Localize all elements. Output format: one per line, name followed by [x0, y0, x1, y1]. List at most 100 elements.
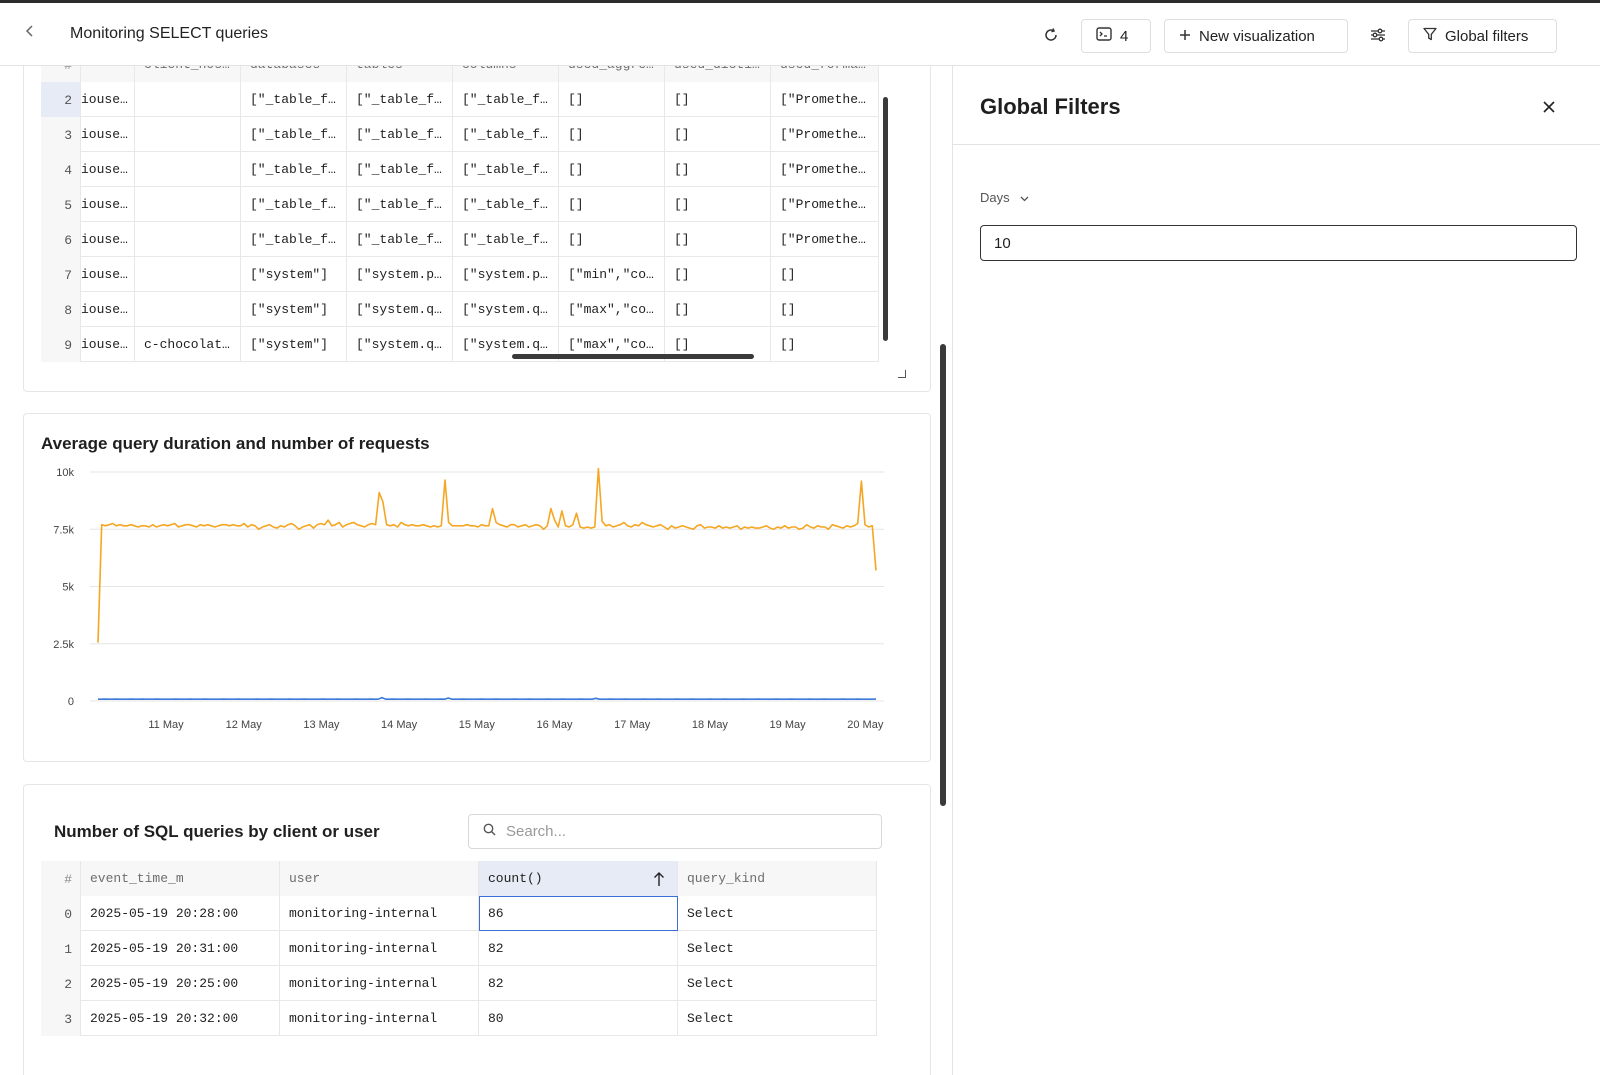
- table-cell[interactable]: [135, 152, 241, 187]
- table-cell[interactable]: 2025-05-19 20:32:00: [81, 1001, 280, 1036]
- table-cell[interactable]: Select: [678, 966, 877, 1001]
- table-cell[interactable]: []: [559, 152, 665, 187]
- table-row[interactable]: 4 iouse… ["_table_f… ["_table_f… ["_table_f……: [41, 152, 879, 187]
- table-cell[interactable]: Select: [678, 1001, 877, 1036]
- table-cell[interactable]: ["_table_f…: [347, 82, 453, 117]
- table-cell[interactable]: [135, 257, 241, 292]
- table-cell[interactable]: ["_table_f…: [241, 117, 347, 152]
- column-header[interactable]: client_hos…: [135, 66, 241, 82]
- table-cell[interactable]: 86: [479, 896, 678, 931]
- table-cell[interactable]: [135, 82, 241, 117]
- terminal-count-button[interactable]: 4: [1081, 19, 1151, 53]
- table-row[interactable]: 6 iouse… ["_table_f… ["_table_f… ["_table_f……: [41, 222, 879, 257]
- column-header[interactable]: [81, 66, 135, 82]
- table-cell[interactable]: [135, 187, 241, 222]
- table-cell[interactable]: iouse…: [81, 222, 135, 257]
- column-header[interactable]: columns: [453, 66, 559, 82]
- table-cell[interactable]: ["_table_f…: [241, 187, 347, 222]
- global-filters-button[interactable]: Global filters: [1408, 19, 1557, 53]
- table-cell[interactable]: ["system.p…: [453, 257, 559, 292]
- table-cell[interactable]: Select: [678, 896, 877, 931]
- table-cell[interactable]: ["_table_f…: [347, 187, 453, 222]
- table-cell[interactable]: monitoring-internal: [280, 896, 479, 931]
- series-line-1[interactable]: [98, 696, 877, 700]
- table-cell[interactable]: []: [771, 292, 879, 327]
- table-cell[interactable]: ["Promethe…: [771, 187, 879, 222]
- sort-ascending-icon[interactable]: [653, 861, 665, 896]
- table-cell[interactable]: iouse…: [81, 327, 135, 362]
- table-cell[interactable]: ["min","co…: [559, 257, 665, 292]
- table-cell[interactable]: ["system.q…: [347, 327, 453, 362]
- table-cell[interactable]: iouse…: [81, 117, 135, 152]
- back-icon[interactable]: [20, 23, 40, 43]
- table-cell[interactable]: [135, 222, 241, 257]
- settings-sliders-icon[interactable]: [1365, 22, 1391, 48]
- table-cell[interactable]: []: [771, 327, 879, 362]
- days-filter-input[interactable]: [980, 225, 1577, 261]
- table-cell[interactable]: 2025-05-19 20:31:00: [81, 931, 280, 966]
- table-row[interactable]: 2 iouse… ["_table_f… ["_table_f… ["_table_f……: [41, 82, 879, 117]
- table-cell[interactable]: ["_table_f…: [347, 222, 453, 257]
- table-cell[interactable]: []: [665, 187, 771, 222]
- table-row[interactable]: 3 iouse… ["_table_f… ["_table_f… ["_table_f……: [41, 117, 879, 152]
- table-cell[interactable]: ["system"]: [241, 257, 347, 292]
- table-row[interactable]: 7 iouse… ["system"] ["system.p… ["system.p…[…: [41, 257, 879, 292]
- table-row[interactable]: 3 2025-05-19 20:32:00 monitoring-internal 8…: [41, 1001, 877, 1036]
- table-cell[interactable]: iouse…: [81, 187, 135, 222]
- table-row[interactable]: 8 iouse… ["system"] ["system.q… ["system.q…[…: [41, 292, 879, 327]
- column-header[interactable]: used_dicti…: [665, 66, 771, 82]
- table-cell[interactable]: []: [559, 222, 665, 257]
- query-log-table[interactable]: # client_hos… databases tables columns u…: [41, 66, 879, 377]
- table-cell[interactable]: 2025-05-19 20:28:00: [81, 896, 280, 931]
- table-vertical-scrollbar[interactable]: [883, 97, 888, 341]
- table-cell[interactable]: []: [559, 117, 665, 152]
- close-icon[interactable]: [1538, 96, 1560, 118]
- table-cell[interactable]: monitoring-internal: [280, 931, 479, 966]
- table-row[interactable]: 5 iouse… ["_table_f… ["_table_f… ["_table_f……: [41, 187, 879, 222]
- column-header-event-time[interactable]: event_time_m: [81, 861, 280, 896]
- table-cell[interactable]: ["_table_f…: [347, 117, 453, 152]
- table-cell[interactable]: ["system"]: [241, 327, 347, 362]
- table-cell[interactable]: ["_table_f…: [453, 187, 559, 222]
- table-cell[interactable]: iouse…: [81, 82, 135, 117]
- table-cell[interactable]: 82: [479, 931, 678, 966]
- chevron-down-icon[interactable]: [1020, 190, 1029, 205]
- table-cell[interactable]: ["_table_f…: [347, 152, 453, 187]
- dashboard-vertical-scrollbar[interactable]: [940, 344, 946, 806]
- table-cell[interactable]: Select: [678, 931, 877, 966]
- table-cell[interactable]: []: [665, 152, 771, 187]
- column-header-user[interactable]: user: [280, 861, 479, 896]
- table-cell[interactable]: ["system.q…: [347, 292, 453, 327]
- table-cell[interactable]: 2025-05-19 20:25:00: [81, 966, 280, 1001]
- table-row[interactable]: 0 2025-05-19 20:28:00 monitoring-internal 8…: [41, 896, 877, 931]
- resize-handle-icon[interactable]: [898, 370, 906, 378]
- sql-queries-table[interactable]: # event_time_m user count() query_kind 0…: [41, 861, 877, 1037]
- table-cell[interactable]: 82: [479, 966, 678, 1001]
- refresh-icon[interactable]: [1038, 22, 1064, 48]
- table-cell[interactable]: ["system"]: [241, 292, 347, 327]
- table-cell[interactable]: 80: [479, 1001, 678, 1036]
- table-cell[interactable]: ["_table_f…: [453, 117, 559, 152]
- column-header[interactable]: databases: [241, 66, 347, 82]
- table-cell[interactable]: c-chocolat…: [135, 327, 241, 362]
- table-cell[interactable]: ["Promethe…: [771, 152, 879, 187]
- table-cell[interactable]: ["Promethe…: [771, 117, 879, 152]
- table-cell[interactable]: []: [559, 82, 665, 117]
- table-row[interactable]: 2 2025-05-19 20:25:00 monitoring-internal 8…: [41, 966, 877, 1001]
- table-cell[interactable]: []: [559, 187, 665, 222]
- series-line-0[interactable]: [97, 467, 877, 643]
- table-cell[interactable]: iouse…: [81, 257, 135, 292]
- column-header[interactable]: tables: [347, 66, 453, 82]
- table-row[interactable]: 1 2025-05-19 20:31:00 monitoring-internal 8…: [41, 931, 877, 966]
- table-cell[interactable]: []: [665, 222, 771, 257]
- search-input[interactable]: [506, 823, 856, 840]
- line-chart[interactable]: 10k 7.5k 5k 2.5k 0 11 May 12 May 13 May 14 May 15…: [24, 458, 930, 758]
- table-cell[interactable]: ["_table_f…: [241, 82, 347, 117]
- table-cell[interactable]: [135, 117, 241, 152]
- table-cell[interactable]: []: [665, 257, 771, 292]
- table-horizontal-scrollbar[interactable]: [512, 354, 754, 359]
- days-filter-label[interactable]: Days: [980, 190, 1029, 205]
- table-cell[interactable]: ["system.q…: [453, 292, 559, 327]
- new-visualization-button[interactable]: New visualization: [1164, 19, 1348, 53]
- column-header[interactable]: used_aggre…: [559, 66, 665, 82]
